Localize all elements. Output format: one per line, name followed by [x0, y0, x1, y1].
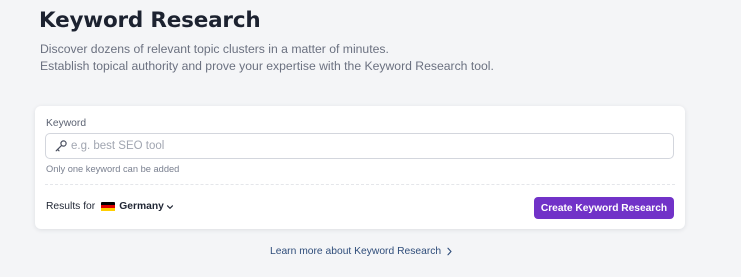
- learn-more-link[interactable]: Learn more about Keyword Research: [270, 246, 453, 257]
- results-for-label: Results for: [46, 201, 96, 212]
- keyword-input-wrapper[interactable]: [45, 133, 674, 159]
- keyword-hint: Only one keyword can be added: [46, 164, 180, 174]
- key-icon: [55, 140, 67, 152]
- page-subtitle: Discover dozens of relevant topic cluste…: [40, 41, 494, 75]
- keyword-label: Keyword: [46, 118, 87, 129]
- chevron-down-icon: [166, 204, 173, 209]
- keyword-research-form-card: Keyword Only one keyword can be added Re…: [35, 106, 685, 229]
- country-name: Germany: [119, 201, 164, 212]
- keyword-input[interactable]: [71, 134, 666, 158]
- subtitle-line-1: Discover dozens of relevant topic cluste…: [40, 42, 389, 56]
- keyword-research-page: Keyword Research Discover dozens of rele…: [0, 0, 741, 277]
- country-selector[interactable]: Germany: [101, 201, 174, 212]
- chevron-right-icon: [447, 247, 452, 256]
- germany-flag-icon: [101, 201, 116, 212]
- subtitle-line-2: Establish topical authority and prove yo…: [40, 59, 494, 73]
- create-keyword-research-button[interactable]: Create Keyword Research: [534, 197, 674, 219]
- learn-more-label: Learn more about Keyword Research: [270, 246, 442, 257]
- form-divider: [45, 184, 675, 185]
- page-title: Keyword Research: [39, 8, 261, 33]
- results-for-row: Results for Germany: [46, 201, 174, 212]
